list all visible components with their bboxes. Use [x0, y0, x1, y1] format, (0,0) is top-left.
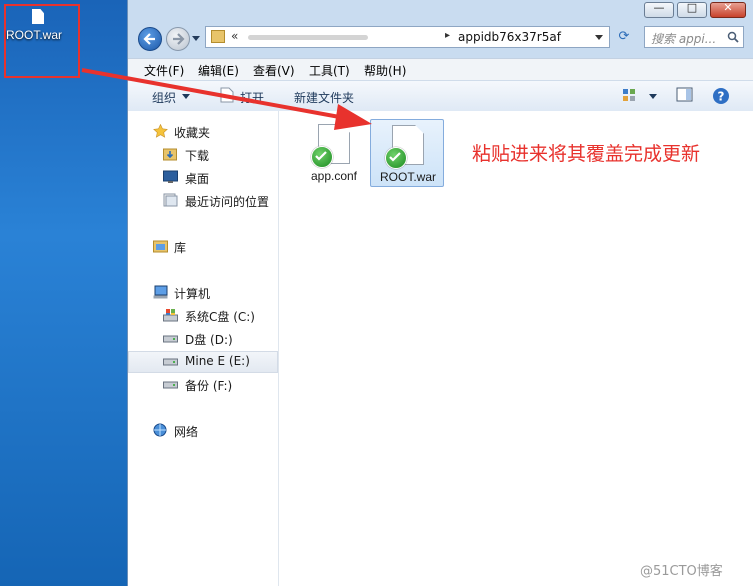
annotation-text: 粘贴进来将其覆盖完成更新: [472, 143, 701, 165]
watermark: @51CTO博客: [640, 564, 723, 579]
annotation-arrow: [81, 68, 372, 130]
